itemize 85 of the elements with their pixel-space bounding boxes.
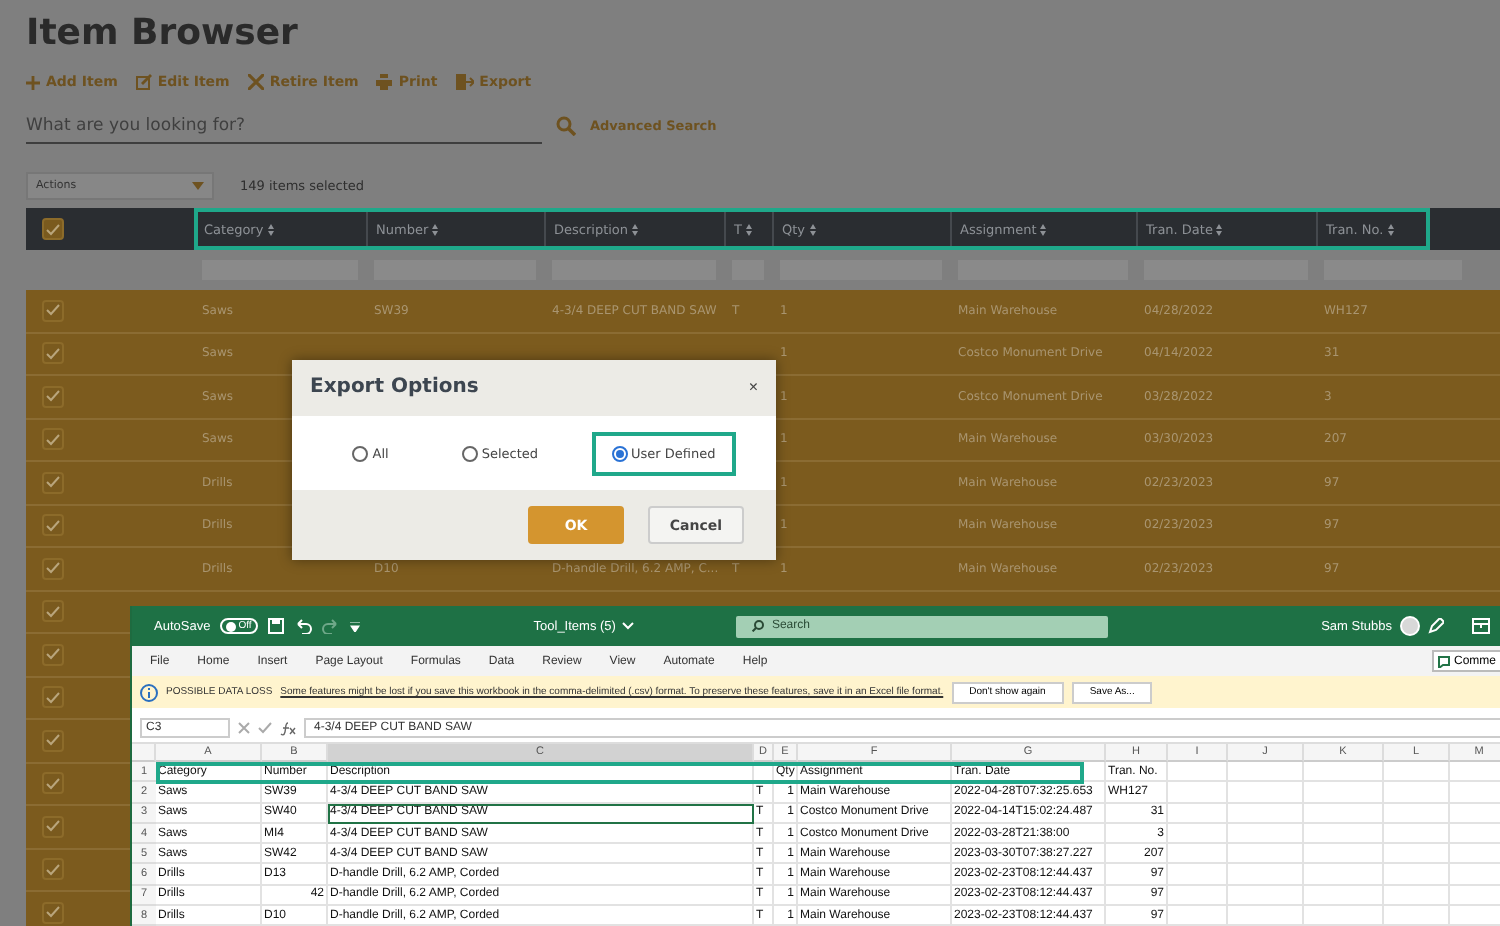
row-checkbox[interactable]: [42, 514, 64, 537]
empty-cell[interactable]: [1228, 823, 1304, 845]
ribbon-icon[interactable]: [1472, 618, 1490, 634]
row-checkbox[interactable]: [42, 471, 64, 494]
empty-cell[interactable]: [1384, 762, 1450, 783]
redo-icon[interactable]: [321, 618, 340, 634]
empty-cell[interactable]: [1228, 803, 1304, 824]
row-checkbox[interactable]: [42, 686, 64, 709]
row-checkbox[interactable]: [42, 901, 64, 924]
tools-icon: [247, 74, 264, 90]
chevron-icon: [621, 622, 634, 630]
row-checkbox[interactable]: [42, 815, 64, 838]
select-all-checkbox[interactable]: [42, 218, 64, 240]
empty-cell[interactable]: [1168, 844, 1228, 865]
page-title: Item Browser: [26, 12, 300, 54]
empty-cell[interactable]: [1168, 823, 1228, 845]
search-icon[interactable]: [556, 116, 576, 136]
search-icon: [751, 620, 764, 632]
comment-icon: [1437, 655, 1450, 667]
empty-cell[interactable]: [1228, 844, 1304, 865]
customize-icon[interactable]: [349, 621, 360, 631]
dialog-title: Export Options: [310, 376, 479, 398]
empty-cell[interactable]: [1304, 762, 1384, 783]
avatar[interactable]: [1400, 616, 1420, 636]
empty-cell[interactable]: [1304, 885, 1384, 907]
empty-cell[interactable]: [1168, 864, 1228, 886]
radio-button[interactable]: [611, 445, 627, 461]
empty-cell[interactable]: [1304, 823, 1384, 845]
row-checkbox[interactable]: [42, 299, 64, 322]
pen-icon[interactable]: [1428, 618, 1444, 634]
check-icon[interactable]: [258, 722, 272, 734]
empty-cell[interactable]: [1304, 864, 1384, 886]
row-checkbox[interactable]: [42, 385, 64, 408]
sort-icon[interactable]: [1216, 223, 1223, 235]
undo-icon[interactable]: [293, 618, 312, 634]
empty-cell[interactable]: [1384, 906, 1450, 926]
sort-icon[interactable]: [1040, 223, 1047, 235]
sort-icon[interactable]: [745, 223, 752, 235]
empty-cell[interactable]: [1384, 782, 1450, 804]
sort-icon[interactable]: [809, 223, 816, 235]
empty-cell[interactable]: [1228, 906, 1304, 926]
sort-icon[interactable]: [267, 223, 274, 235]
sort-icon[interactable]: [1387, 223, 1394, 235]
empty-cell[interactable]: [1384, 823, 1450, 845]
search-field[interactable]: What are you looking for?: [26, 108, 542, 144]
radio-button[interactable]: [352, 445, 369, 461]
row-checkbox[interactable]: [42, 428, 64, 451]
function-icon[interactable]: [280, 721, 296, 735]
row-checkbox[interactable]: [42, 557, 64, 580]
empty-cell[interactable]: [1228, 885, 1304, 907]
empty-cell[interactable]: [1228, 762, 1304, 783]
empty-cell[interactable]: [1168, 885, 1228, 907]
empty-cell[interactable]: [1228, 782, 1304, 804]
empty-cell[interactable]: [1304, 844, 1384, 865]
empty-cell[interactable]: [1168, 906, 1228, 926]
close-button[interactable]: ×: [748, 378, 758, 396]
select-all-corner[interactable]: [132, 744, 156, 762]
save-icon[interactable]: [267, 618, 284, 634]
caret-icon: [192, 182, 204, 190]
info-icon: [140, 683, 158, 701]
empty-cell[interactable]: [1304, 803, 1384, 824]
row-checkbox[interactable]: [42, 772, 64, 795]
empty-cell[interactable]: [1384, 803, 1450, 824]
row-checkbox[interactable]: [42, 858, 64, 881]
row-checkbox[interactable]: [42, 643, 64, 666]
empty-cell[interactable]: [1384, 864, 1450, 886]
export-icon: [455, 74, 474, 90]
sort-icon[interactable]: [632, 223, 639, 235]
radio-button[interactable]: [461, 445, 478, 461]
print-icon: [376, 74, 393, 90]
empty-cell[interactable]: [1384, 844, 1450, 865]
cancel-icon[interactable]: [238, 722, 250, 734]
empty-cell[interactable]: [1168, 782, 1228, 804]
empty-cell[interactable]: [1228, 864, 1304, 886]
empty-cell[interactable]: [1168, 762, 1228, 783]
row-checkbox[interactable]: [42, 342, 64, 365]
empty-cell[interactable]: [1384, 885, 1450, 907]
empty-cell[interactable]: [1168, 803, 1228, 824]
plus-icon: [26, 75, 40, 89]
empty-cell[interactable]: [1304, 906, 1384, 926]
row-checkbox[interactable]: [42, 729, 64, 752]
sort-icon[interactable]: [432, 223, 439, 235]
empty-cell[interactable]: [1304, 782, 1384, 804]
row-checkbox[interactable]: [42, 600, 64, 623]
edit-icon: [135, 74, 152, 90]
